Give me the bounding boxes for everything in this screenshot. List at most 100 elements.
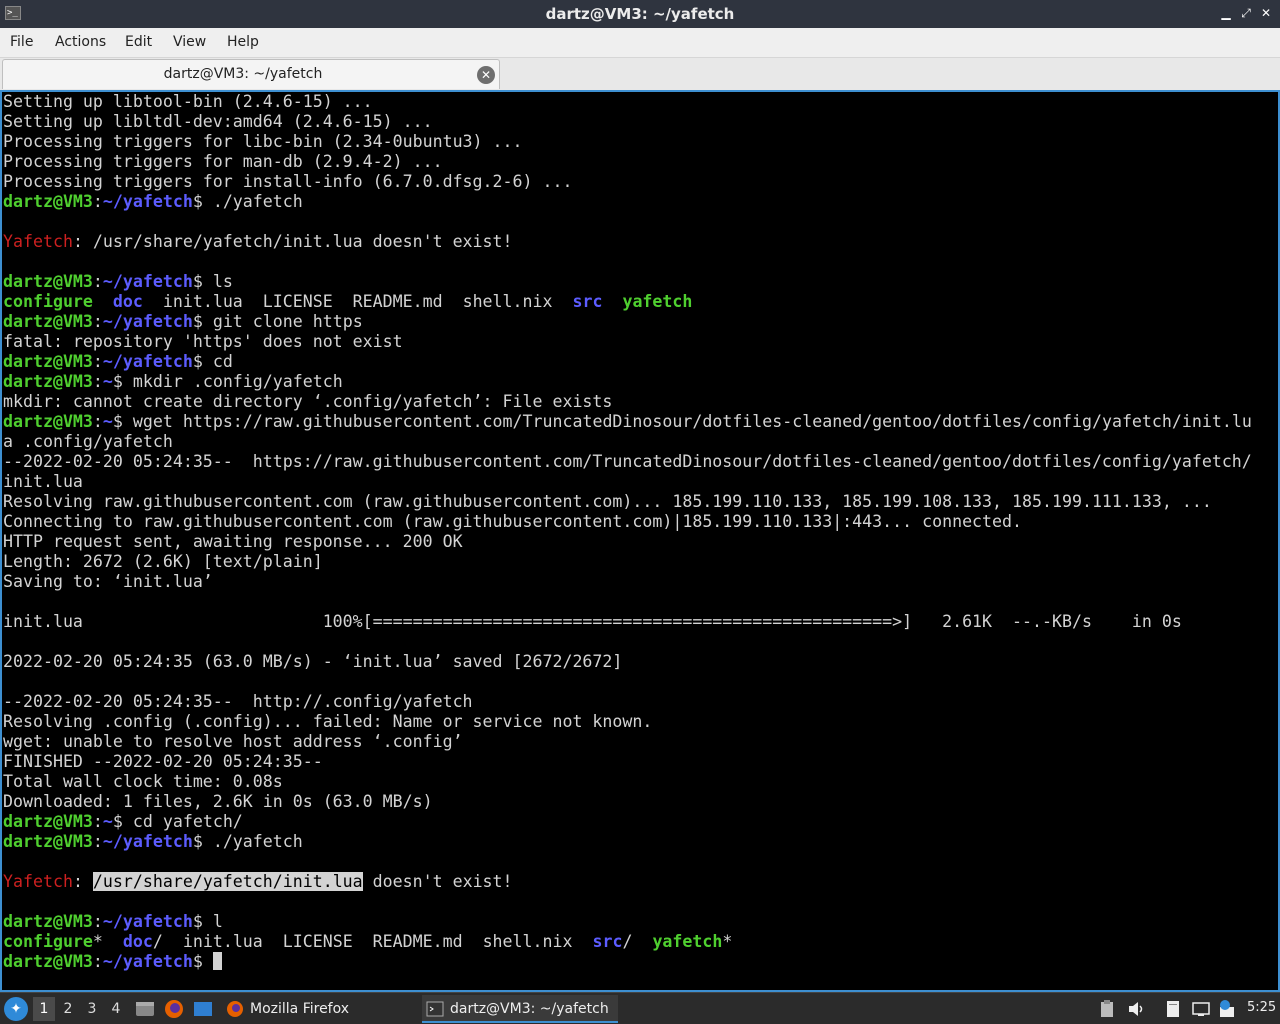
clipboard-tray-icon[interactable] bbox=[1097, 999, 1117, 1019]
workspace-1[interactable]: 1 bbox=[33, 997, 55, 1021]
clock[interactable]: 5:25 bbox=[1247, 1000, 1276, 1015]
workspace-4[interactable]: 4 bbox=[105, 997, 127, 1021]
terminal-text: $ l bbox=[192, 912, 223, 931]
terminal-text: doc bbox=[122, 932, 153, 951]
menu-file[interactable]: File bbox=[10, 34, 33, 50]
menu-view[interactable]: View bbox=[173, 34, 206, 50]
terminal-text: 2022-02-20 05:24:35 (63.0 MB/s) - ‘init.… bbox=[3, 652, 623, 671]
volume-icon[interactable] bbox=[1126, 999, 1146, 1019]
tab-close-icon[interactable]: ✕ bbox=[477, 66, 495, 84]
terminal-text: dartz@VM3 bbox=[3, 912, 93, 931]
maximize-button[interactable]: ⤢ bbox=[1238, 5, 1254, 21]
terminal-text: src bbox=[572, 292, 603, 311]
terminal-text: ~/yafetch bbox=[102, 272, 193, 291]
terminal-line: FINISHED --2022-02-20 05:24:35-- bbox=[3, 752, 1252, 772]
terminal-line: Processing triggers for man-db (2.9.4-2)… bbox=[3, 152, 1252, 172]
terminal-line: dartz@VM3:~$ cd yafetch/ bbox=[3, 812, 1252, 832]
terminal-text: Setting up libtool-bin (2.4.6-15) ... bbox=[3, 92, 373, 111]
terminal-line: Total wall clock time: 0.08s bbox=[3, 772, 1252, 792]
terminal-text: $ ./yafetch bbox=[192, 832, 303, 851]
tab-label: dartz@VM3: ~/yafetch bbox=[163, 66, 323, 82]
terminal-icon bbox=[426, 1001, 444, 1017]
workspace-2[interactable]: 2 bbox=[57, 997, 79, 1021]
terminal-text: : /usr/share/yafetch/init.lua doesn't ex… bbox=[72, 232, 513, 251]
terminal-text: : bbox=[72, 872, 93, 891]
terminal-line: dartz@VM3:~$ mkdir .config/yafetch bbox=[3, 372, 1252, 392]
terminal-text: Total wall clock time: 0.08s bbox=[3, 772, 283, 791]
terminal-line: init.lua bbox=[3, 472, 1252, 492]
terminal-text: FINISHED --2022-02-20 05:24:35-- bbox=[3, 752, 323, 771]
terminal-line: fatal: repository 'https' does not exist bbox=[3, 332, 1252, 352]
terminal-line: Processing triggers for libc-bin (2.34-0… bbox=[3, 132, 1252, 152]
terminal-line: mkdir: cannot create directory ‘.config/… bbox=[3, 392, 1252, 412]
terminal-text: init.lua LICENSE README.md shell.nix bbox=[142, 292, 573, 311]
terminal-text: doc bbox=[112, 292, 143, 311]
terminal-text: dartz@VM3 bbox=[3, 372, 93, 391]
close-button[interactable]: ✕ bbox=[1258, 5, 1274, 21]
terminal-text: yafetch bbox=[622, 292, 693, 311]
terminal-text: configure bbox=[3, 932, 93, 951]
menu-help[interactable]: Help bbox=[227, 34, 259, 50]
terminal-text: dartz@VM3 bbox=[3, 312, 93, 331]
terminal-text: Yafetch bbox=[3, 232, 73, 251]
terminal-text: : bbox=[92, 912, 103, 931]
firefox-launcher-icon[interactable] bbox=[163, 998, 185, 1020]
minimize-button[interactable]: ▁ bbox=[1218, 5, 1234, 21]
terminal-line: --2022-02-20 05:24:35-- http://.config/y… bbox=[3, 692, 1252, 712]
menu-bar: File Actions Edit View Help bbox=[0, 28, 1280, 58]
terminal-text: $ git clone https bbox=[192, 312, 363, 331]
terminal-text: init.lua 100%[==========================… bbox=[3, 612, 1182, 631]
menu-actions[interactable]: Actions bbox=[55, 34, 106, 50]
terminal-line: Length: 2672 (2.6K) [text/plain] bbox=[3, 552, 1252, 572]
terminal-text: dartz@VM3 bbox=[3, 272, 93, 291]
terminal-view[interactable]: Setting up libtool-bin (2.4.6-15) ... Set… bbox=[0, 90, 1280, 992]
terminal-text: mkdir: cannot create directory ‘.config/… bbox=[3, 392, 613, 411]
task-terminal[interactable]: dartz@VM3: ~/yafetch bbox=[422, 995, 618, 1023]
task-firefox-label: Mozilla Firefox bbox=[250, 1001, 350, 1017]
terminal-line: Saving to: ‘init.lua’ bbox=[3, 572, 1252, 592]
terminal-text: dartz@VM3 bbox=[3, 412, 93, 431]
terminal-line: configure* doc/ init.lua LICENSE README.… bbox=[3, 932, 1252, 952]
terminal-line: HTTP request sent, awaiting response... … bbox=[3, 532, 1252, 552]
files-tray-icon[interactable] bbox=[1163, 999, 1183, 1019]
start-menu-icon[interactable]: ✦ bbox=[4, 997, 28, 1021]
terminal-text: : bbox=[92, 272, 103, 291]
terminal-line: Resolving .config (.config)... failed: N… bbox=[3, 712, 1252, 732]
terminal-text: : bbox=[92, 312, 103, 331]
network-icon[interactable] bbox=[1191, 999, 1211, 1019]
terminal-text: Downloaded: 1 files, 2.6K in 0s (63.0 MB… bbox=[3, 792, 433, 811]
terminal-text: : bbox=[92, 192, 103, 211]
terminal-line: dartz@VM3:~/yafetch$ git clone https bbox=[3, 312, 1252, 332]
terminal-line: Downloaded: 1 files, 2.6K in 0s (63.0 MB… bbox=[3, 792, 1252, 812]
terminal-text: --2022-02-20 05:24:35-- https://raw.gith… bbox=[3, 452, 1252, 471]
update-notification-icon[interactable] bbox=[1217, 999, 1237, 1019]
workspace-3[interactable]: 3 bbox=[81, 997, 103, 1021]
terminal-text: Connecting to raw.githubusercontent.com … bbox=[3, 512, 1023, 531]
terminal-text: : bbox=[92, 812, 103, 831]
terminal-text: ~ bbox=[102, 812, 113, 831]
terminal-line: Setting up libltdl-dev:amd64 (2.4.6-15) … bbox=[3, 112, 1252, 132]
terminal-line: dartz@VM3:~/yafetch$ ./yafetch bbox=[3, 832, 1252, 852]
terminal-line: dartz@VM3:~/yafetch$ l bbox=[3, 912, 1252, 932]
tab-terminal[interactable]: dartz@VM3: ~/yafetch ✕ bbox=[2, 59, 500, 89]
terminal-text: init.lua bbox=[3, 472, 83, 491]
task-firefox[interactable]: Mozilla Firefox bbox=[222, 995, 418, 1023]
terminal-text: Length: 2672 (2.6K) [text/plain] bbox=[3, 552, 323, 571]
desktop-icon[interactable] bbox=[192, 998, 214, 1020]
terminal-text: dartz@VM3 bbox=[3, 812, 93, 831]
file-manager-icon[interactable] bbox=[134, 998, 156, 1020]
terminal-text: $ wget https://raw.githubusercontent.com… bbox=[112, 412, 1252, 431]
terminal-text: Yafetch bbox=[3, 872, 73, 891]
terminal-text: yafetch bbox=[652, 932, 723, 951]
terminal-line: dartz@VM3:~/yafetch$ cd bbox=[3, 352, 1252, 372]
firefox-icon bbox=[227, 1001, 243, 1017]
terminal-text: : bbox=[92, 952, 103, 971]
terminal-text: ~/yafetch bbox=[102, 912, 193, 931]
menu-edit[interactable]: Edit bbox=[125, 34, 152, 50]
